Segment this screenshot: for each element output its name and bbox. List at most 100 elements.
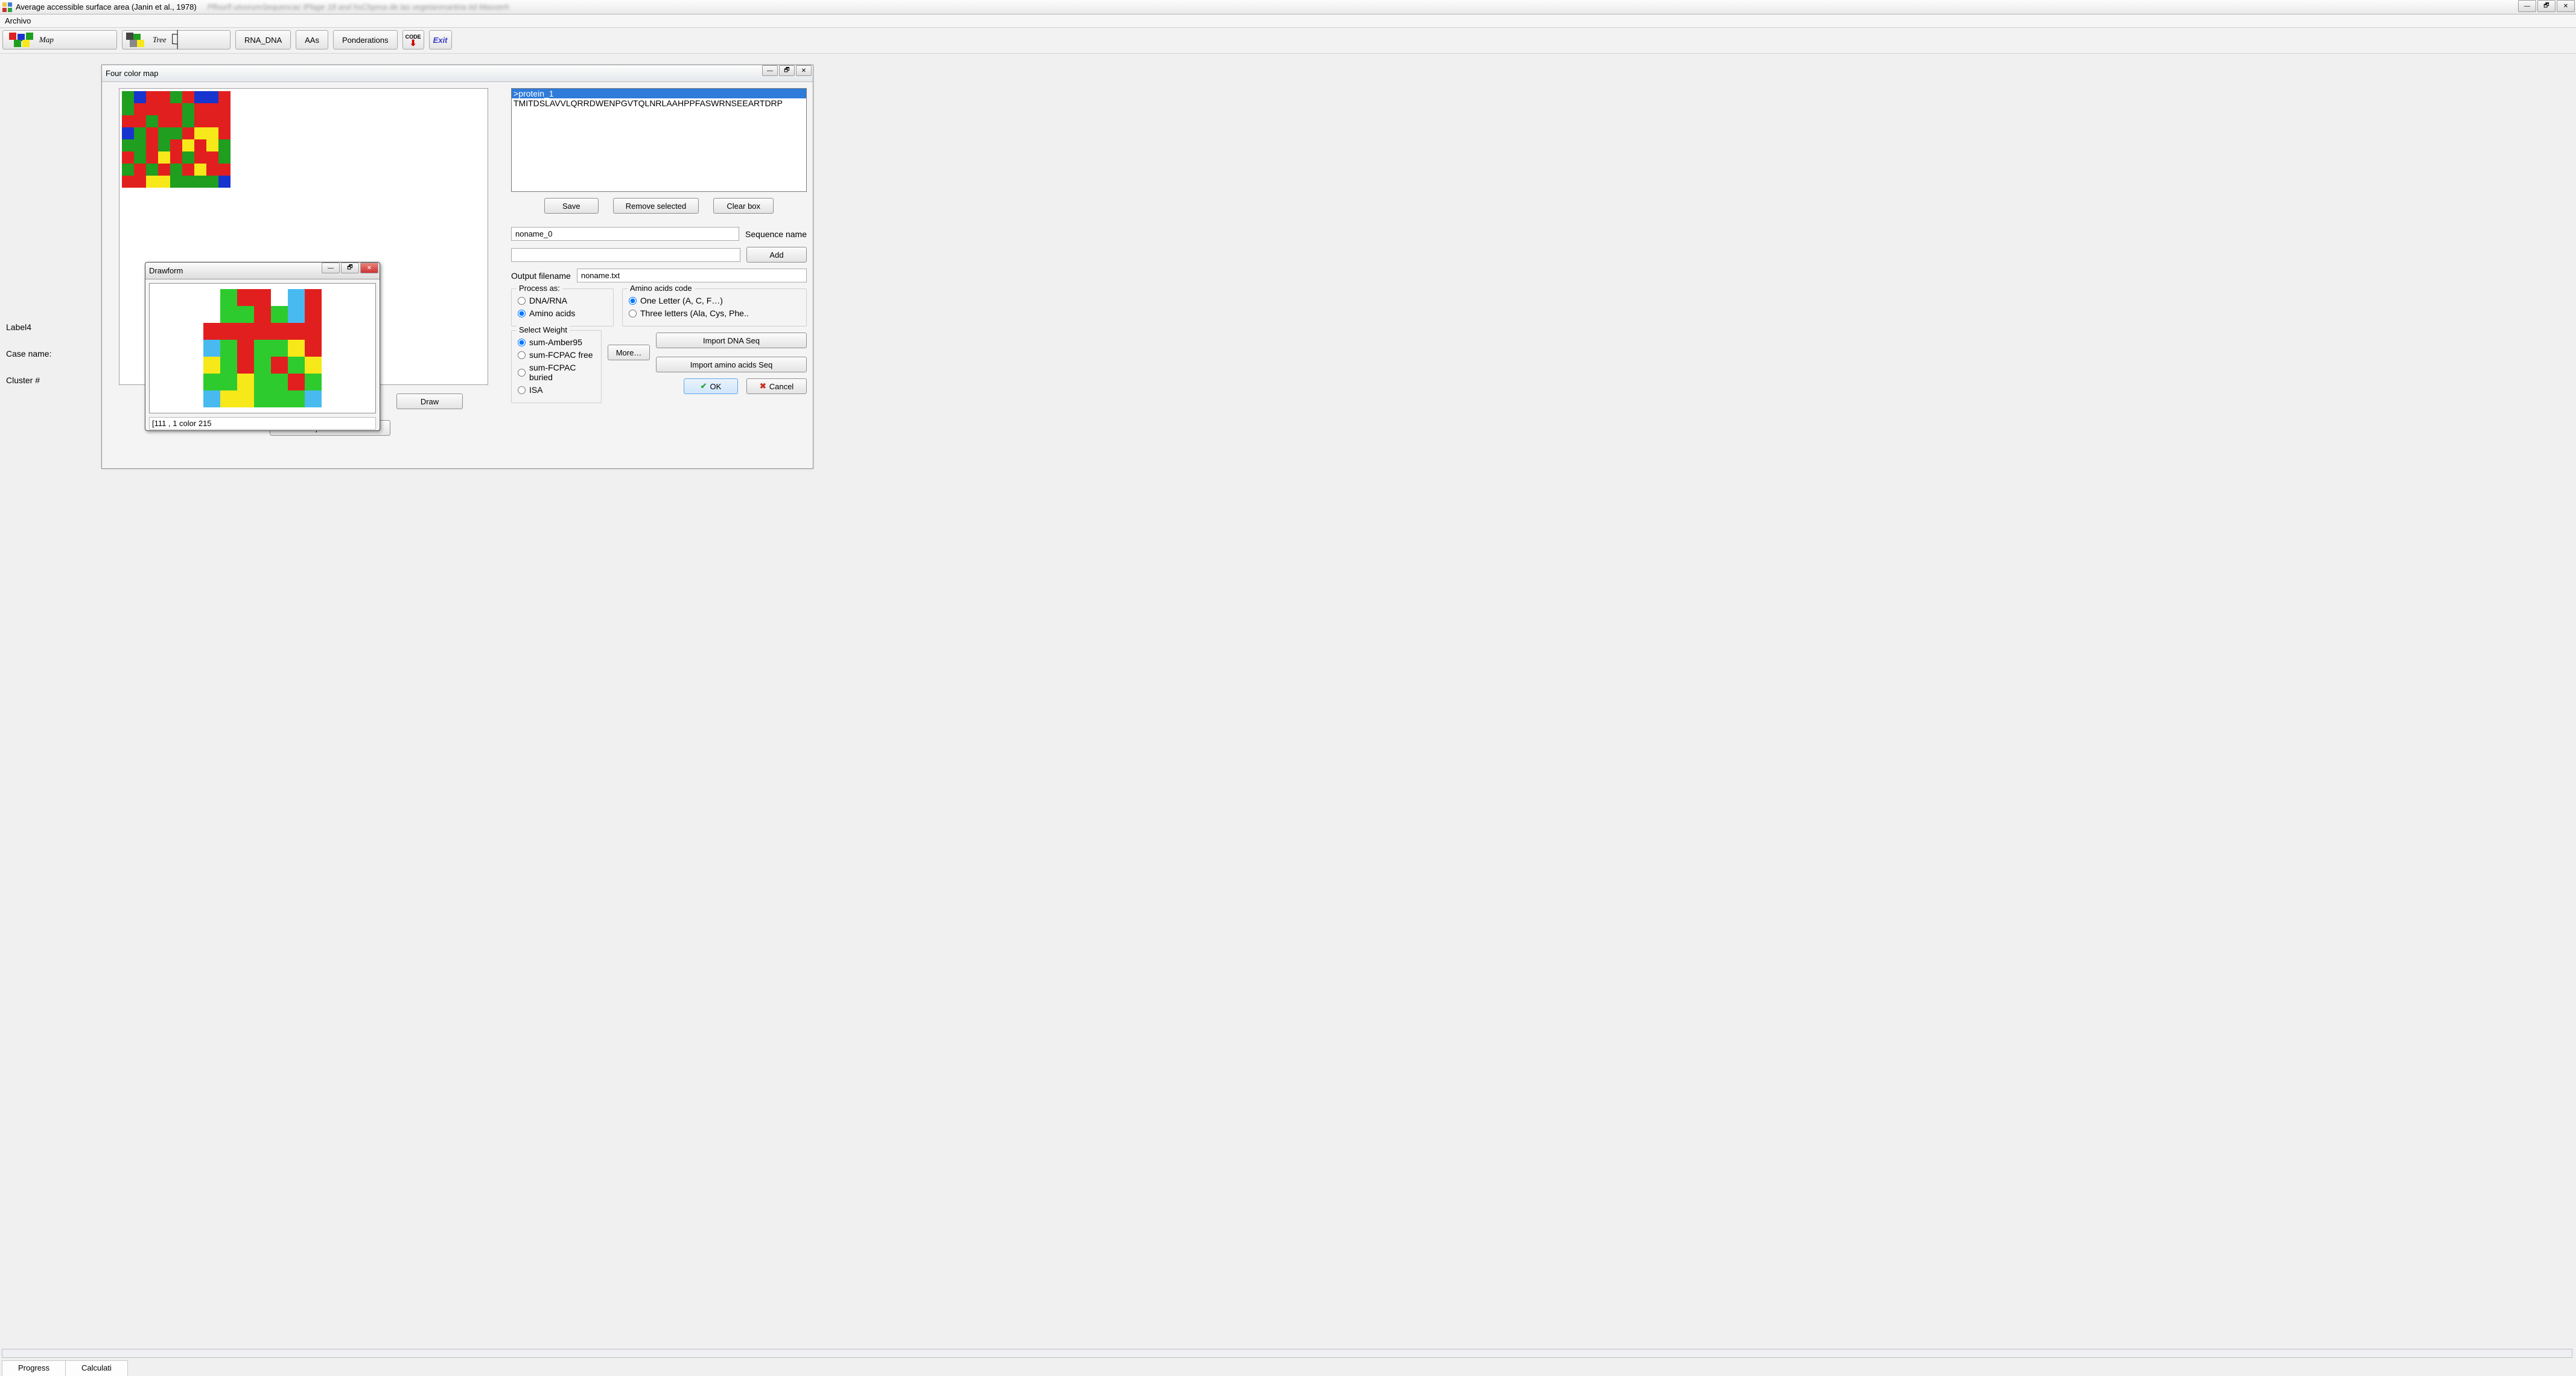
- inner-close-button[interactable]: ✕: [796, 65, 812, 76]
- menubar: Archivo: [0, 14, 2576, 28]
- color-cell: [218, 176, 231, 188]
- add-button[interactable]: Add: [746, 247, 807, 263]
- drawform-cell: [271, 306, 288, 323]
- color-cell: [146, 127, 158, 139]
- drawform-maximize-button[interactable]: 🗗: [341, 263, 359, 273]
- drawform-cell: [288, 390, 305, 407]
- case-name-label: Case name:: [6, 349, 51, 358]
- color-cell: [146, 115, 158, 127]
- color-cell: [134, 103, 146, 115]
- more-button[interactable]: More…: [608, 345, 650, 360]
- color-cell: [158, 91, 170, 103]
- color-cell: [158, 164, 170, 176]
- bottom-tabs: Progress Calculati: [2, 1360, 127, 1376]
- aa-code-group: Amino acids code One Letter (A, C, F…) T…: [622, 288, 807, 326]
- color-cell: [182, 176, 194, 188]
- drawform-cell: [288, 374, 305, 390]
- maximize-button[interactable]: 🗗: [2537, 0, 2555, 12]
- map-tool-icon: [7, 33, 37, 47]
- remove-selected-button[interactable]: Remove selected: [613, 198, 699, 214]
- tab-progress[interactable]: Progress: [2, 1360, 66, 1376]
- exit-button[interactable]: Exit: [429, 30, 452, 49]
- ponderations-button[interactable]: Ponderations: [333, 30, 398, 49]
- tab-calculati[interactable]: Calculati: [65, 1360, 128, 1376]
- color-cell: [146, 151, 158, 164]
- draw-button[interactable]: Draw: [396, 393, 463, 409]
- color-cell: [218, 115, 231, 127]
- down-arrow-icon: ⬇: [410, 40, 417, 46]
- weight-amber95-radio[interactable]: sum-Amber95: [518, 337, 595, 347]
- sequence-listbox[interactable]: >protein_1 TMITDSLAVVLQRRDWENPGVTQLNRLAA…: [511, 88, 807, 192]
- drawform-cell: [203, 289, 220, 306]
- weight-fcpac-free-radio[interactable]: sum-FCPAC free: [518, 350, 595, 360]
- color-cell: [206, 103, 218, 115]
- color-cell: [170, 91, 182, 103]
- color-cell: [218, 91, 231, 103]
- drawform-cell: [254, 390, 271, 407]
- sequence-header[interactable]: >protein_1: [512, 89, 806, 98]
- color-cell: [194, 115, 206, 127]
- tree-tool-button[interactable]: Tree ┌┤└┤: [122, 30, 231, 49]
- color-cell: [122, 115, 134, 127]
- clear-box-button[interactable]: Clear box: [713, 198, 774, 214]
- import-aa-button[interactable]: Import amino acids Seq: [656, 357, 807, 372]
- menu-file[interactable]: Archivo: [5, 16, 31, 25]
- drawform-cell: [237, 340, 254, 357]
- color-map-grid: [122, 91, 231, 188]
- drawform-cell: [203, 340, 220, 357]
- color-cell: [158, 115, 170, 127]
- drawform-cell: [305, 323, 322, 340]
- drawform-close-button[interactable]: ✕: [360, 263, 378, 273]
- drawform-cell: [220, 374, 237, 390]
- code-icon: CODE ⬇: [405, 34, 421, 46]
- drawform-cell: [237, 357, 254, 374]
- minimize-button[interactable]: —: [2518, 0, 2536, 12]
- left-label-stack: Label4 Case name: Cluster #: [6, 322, 51, 385]
- drawform-cell: [220, 306, 237, 323]
- process-as-title: Process as:: [517, 284, 562, 293]
- color-cell: [218, 164, 231, 176]
- map-tool-button[interactable]: Map: [2, 30, 117, 49]
- code-one-letter-radio[interactable]: One Letter (A, C, F…): [629, 296, 800, 305]
- window-title: Average accessible surface area (Janin e…: [16, 2, 197, 11]
- sequence-add-input[interactable]: [511, 248, 740, 262]
- inner-maximize-button[interactable]: 🗗: [779, 65, 795, 76]
- close-button[interactable]: ✕: [2557, 0, 2575, 12]
- sequence-name-input[interactable]: [511, 227, 739, 241]
- rna-dna-button[interactable]: RNA_DNA: [235, 30, 291, 49]
- process-aa-radio[interactable]: Amino acids: [518, 308, 607, 318]
- drawform-canvas: [149, 283, 376, 413]
- drawform-cell: [220, 323, 237, 340]
- color-cell: [194, 91, 206, 103]
- code-button[interactable]: CODE ⬇: [402, 30, 424, 49]
- weight-isa-radio[interactable]: ISA: [518, 385, 595, 395]
- color-cell: [170, 151, 182, 164]
- drawform-cell: [203, 357, 220, 374]
- color-cell: [134, 164, 146, 176]
- color-cell: [122, 164, 134, 176]
- inner-minimize-button[interactable]: —: [762, 65, 778, 76]
- color-cell: [218, 151, 231, 164]
- process-as-group: Process as: DNA/RNA Amino acids: [511, 288, 614, 326]
- drawform-cell: [271, 374, 288, 390]
- code-three-letter-radio[interactable]: Three letters (Ala, Cys, Phe..: [629, 308, 800, 318]
- cancel-button[interactable]: ✖Cancel: [746, 378, 807, 394]
- color-cell: [194, 139, 206, 151]
- process-dna-radio[interactable]: DNA/RNA: [518, 296, 607, 305]
- color-cell: [206, 91, 218, 103]
- aas-button[interactable]: AAs: [296, 30, 328, 49]
- weight-fcpac-buried-radio[interactable]: sum-FCPAC buried: [518, 363, 595, 382]
- color-cell: [134, 127, 146, 139]
- drawform-cell: [271, 357, 288, 374]
- drawform-minimize-button[interactable]: —: [322, 263, 340, 273]
- import-dna-button[interactable]: Import DNA Seq: [656, 333, 807, 348]
- color-cell: [122, 176, 134, 188]
- select-weight-title: Select Weight: [517, 325, 570, 334]
- save-button[interactable]: Save: [544, 198, 599, 214]
- drawform-cell: [203, 306, 220, 323]
- sequence-name-label: Sequence name: [745, 229, 807, 239]
- output-filename-input[interactable]: [577, 269, 807, 282]
- color-cell: [194, 127, 206, 139]
- drawform-cell: [237, 374, 254, 390]
- ok-button[interactable]: ✔OK: [684, 378, 738, 394]
